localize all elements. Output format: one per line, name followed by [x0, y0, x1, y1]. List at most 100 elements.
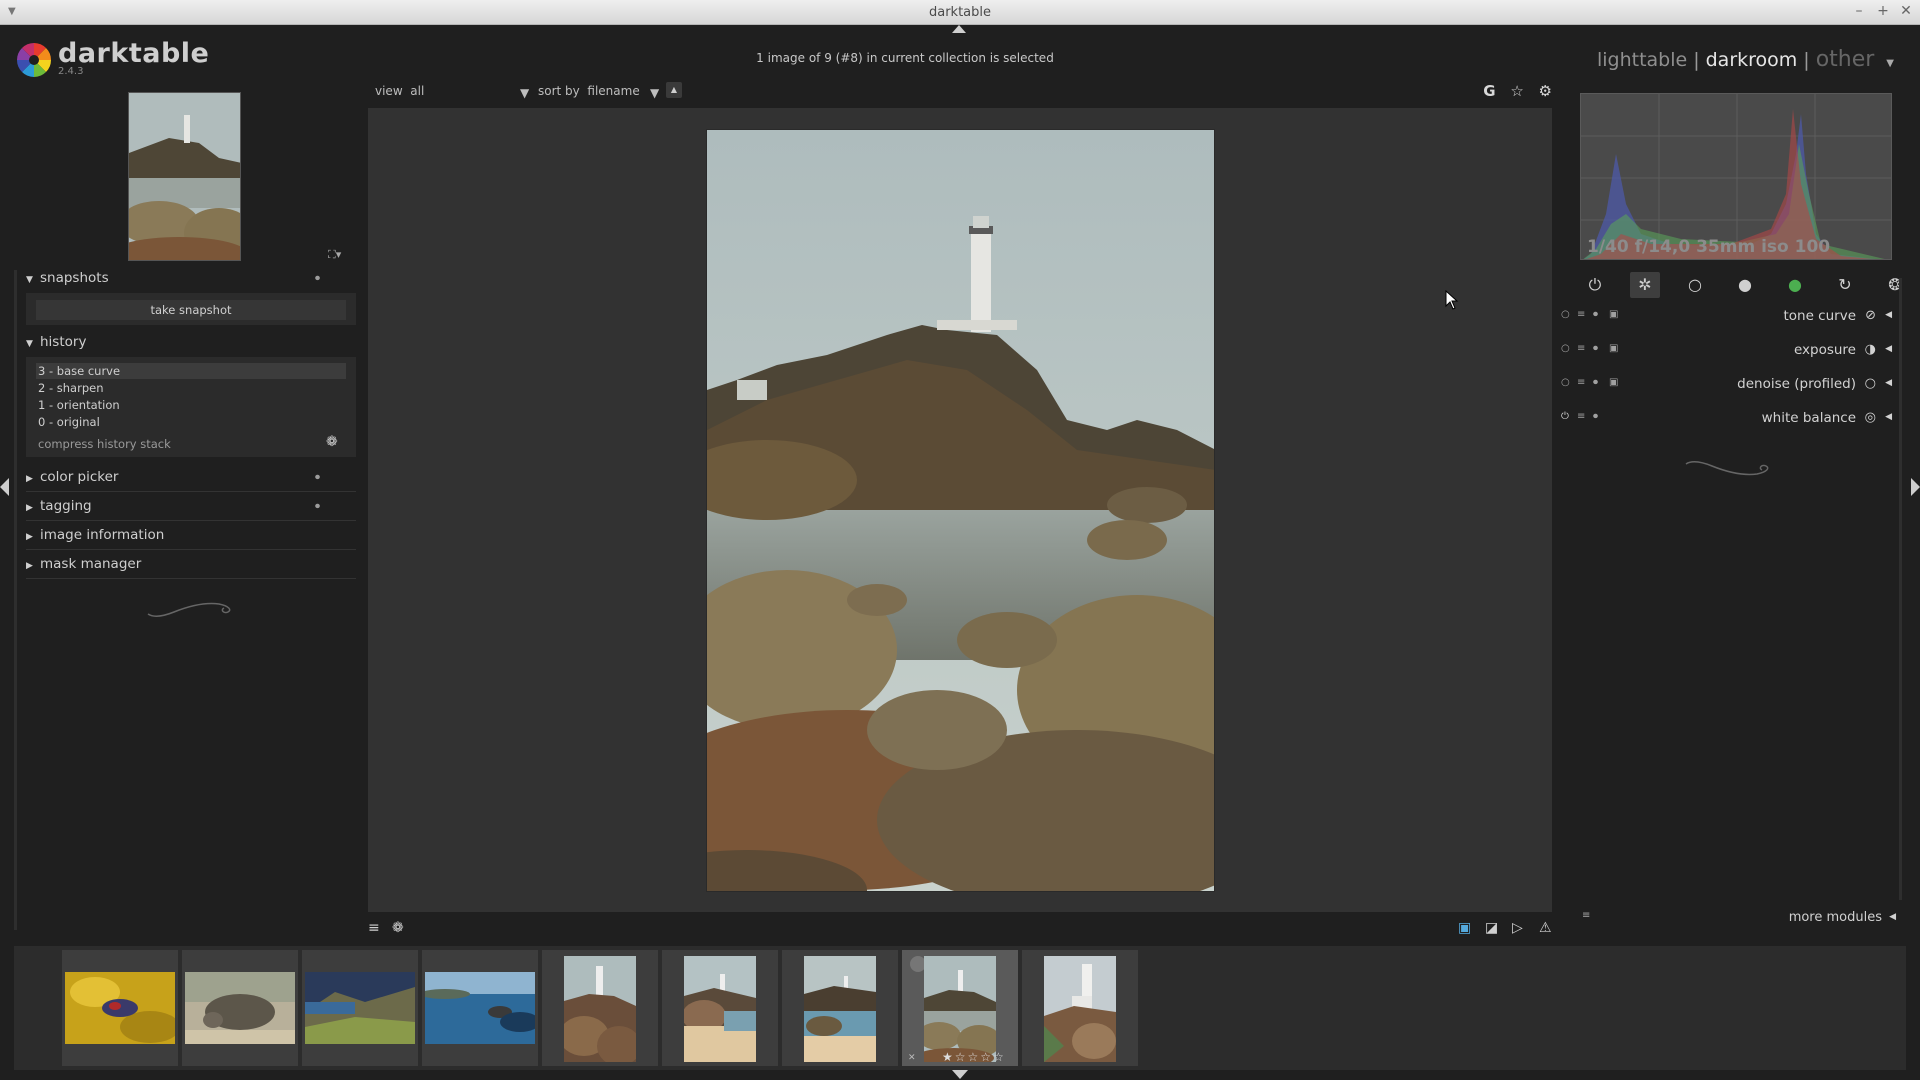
- module-white-balance[interactable]: ⏻ ≡ ⏺ white balance ◎ ◀: [1558, 408, 1898, 430]
- expand-chevron-icon[interactable]: ◀: [1885, 378, 1892, 388]
- sort-dropdown[interactable]: sort by filename: [538, 84, 640, 98]
- collection-status: 1 image of 9 (#8) in current collection …: [756, 51, 1054, 65]
- view-lighttable[interactable]: lighttable: [1597, 49, 1687, 71]
- mask-manager-header[interactable]: ▶ mask manager: [26, 556, 356, 578]
- histogram[interactable]: 1/40 f/14,0 35mm iso 100: [1580, 93, 1892, 260]
- more-modules-row[interactable]: ≡ more modules ◀: [1560, 908, 1900, 928]
- view-darkroom[interactable]: darkroom: [1706, 49, 1798, 71]
- overlay-star-icon[interactable]: ☆: [1510, 82, 1523, 100]
- reset-icon[interactable]: ⏺: [315, 501, 320, 512]
- thumbnail-image: [804, 956, 876, 1062]
- sort-order-button[interactable]: ▲: [666, 82, 682, 98]
- color-picker-header[interactable]: ▶ color picker ⏺: [26, 469, 356, 491]
- left-panel-collapse-icon[interactable]: [0, 478, 9, 496]
- grouping-button[interactable]: G: [1483, 82, 1495, 100]
- quick-access-menu-icon[interactable]: ≡: [368, 920, 380, 936]
- top-panel-collapse-icon[interactable]: [952, 25, 966, 33]
- create-style-icon[interactable]: ❁: [326, 434, 338, 450]
- filmstrip-thumbnail[interactable]: [182, 950, 298, 1066]
- left-panel-scrollbar[interactable]: [14, 270, 17, 930]
- multi-instance-icon[interactable]: ≡: [1577, 411, 1585, 422]
- correct-icon[interactable]: ↻: [1830, 272, 1860, 298]
- filmstrip-thumbnail[interactable]: [422, 950, 538, 1066]
- presets-icon[interactable]: ▣: [1609, 309, 1618, 320]
- power-icon[interactable]: ⏻: [1580, 272, 1610, 298]
- presets-icon[interactable]: ▣: [1609, 377, 1618, 388]
- favorites-star-icon[interactable]: ✲: [1630, 272, 1660, 298]
- minimize-icon[interactable]: –: [1850, 3, 1868, 19]
- image-information-header[interactable]: ▶ image information: [26, 527, 356, 549]
- softproof-icon[interactable]: ▷: [1512, 920, 1523, 936]
- navigation-zoom-menu-icon[interactable]: ⛶▾: [328, 248, 341, 262]
- top-toolbar: view all ▼ sort by filename ▼ ▲ G ☆ ⚙: [368, 82, 1552, 102]
- module-off-icon[interactable]: ○: [1561, 377, 1570, 388]
- view-filter-chevron-icon[interactable]: ▼: [520, 86, 529, 100]
- filmstrip-thumbnail[interactable]: [62, 950, 178, 1066]
- right-panel-collapse-icon[interactable]: [1911, 478, 1920, 496]
- module-off-icon[interactable]: ○: [1561, 343, 1570, 354]
- styles-icon[interactable]: ❁: [392, 920, 404, 936]
- reset-icon[interactable]: ⏺: [315, 472, 320, 483]
- effect-icon[interactable]: ❂: [1880, 272, 1910, 298]
- multi-instance-icon[interactable]: ≡: [1577, 343, 1585, 354]
- multi-instance-icon[interactable]: ≡: [1577, 309, 1585, 320]
- view-other[interactable]: other: [1816, 47, 1875, 72]
- snapshots-header[interactable]: ▼ snapshots ⏺: [26, 270, 356, 292]
- module-exposure[interactable]: ○ ≡ ⏺ ▣ exposure ◑ ◀: [1558, 340, 1898, 362]
- tagging-header[interactable]: ▶ tagging ⏺: [26, 498, 356, 520]
- multi-instance-icon[interactable]: ≡: [1577, 377, 1585, 388]
- module-off-icon[interactable]: ○: [1561, 309, 1570, 320]
- expand-chevron-icon[interactable]: ◀: [1885, 344, 1892, 354]
- reset-icon[interactable]: ⏺: [1593, 377, 1598, 388]
- reject-x-icon[interactable]: ✕: [908, 1053, 916, 1063]
- basic-circle-icon[interactable]: ○: [1680, 272, 1710, 298]
- reset-icon[interactable]: ⏺: [315, 273, 320, 284]
- history-item[interactable]: 0 - original: [36, 414, 346, 430]
- white-balance-icon: ◎: [1864, 410, 1876, 425]
- filmstrip-thumbnail[interactable]: [782, 950, 898, 1066]
- reset-icon[interactable]: ⏺: [1593, 343, 1598, 354]
- history-header[interactable]: ▼ history: [26, 334, 356, 356]
- reset-icon[interactable]: ⏺: [1593, 411, 1598, 422]
- history-item[interactable]: 3 - base curve: [36, 363, 346, 379]
- tagging-title: tagging: [40, 498, 92, 514]
- filmstrip-thumbnail[interactable]: [1022, 950, 1138, 1066]
- expand-chevron-icon[interactable]: ◀: [1889, 912, 1896, 922]
- main-image[interactable]: [706, 129, 1215, 892]
- filmstrip-thumbnail[interactable]: [302, 950, 418, 1066]
- module-list-icon[interactable]: ≡: [1582, 910, 1590, 921]
- module-on-icon[interactable]: ⏻: [1561, 411, 1569, 422]
- maximize-icon[interactable]: +: [1874, 3, 1892, 19]
- filmstrip-thumbnail[interactable]: [662, 950, 778, 1066]
- expand-chevron-icon[interactable]: ◀: [1885, 310, 1892, 320]
- overexposed-icon[interactable]: ◪: [1485, 920, 1498, 936]
- star-rating[interactable]: ★☆☆☆☆: [942, 1050, 1006, 1064]
- right-panel-scrollbar[interactable]: [1899, 278, 1902, 900]
- preferences-gear-icon[interactable]: ⚙: [1539, 82, 1552, 100]
- navigation-thumbnail[interactable]: [128, 92, 241, 261]
- color-circle-icon[interactable]: ●: [1780, 272, 1810, 298]
- view-filter-dropdown[interactable]: view all: [375, 84, 424, 98]
- filmstrip-thumbnail-selected[interactable]: ✕ ★☆☆☆☆: [902, 950, 1018, 1066]
- module-tone-curve[interactable]: ○ ≡ ⏺ ▣ tone curve ⊘ ◀: [1558, 306, 1898, 328]
- take-snapshot-button[interactable]: take snapshot: [36, 300, 346, 320]
- color-assessment-icon[interactable]: ▣: [1458, 920, 1471, 936]
- compress-history-button[interactable]: compress history stack: [38, 437, 171, 451]
- history-item[interactable]: 1 - orientation: [36, 397, 346, 413]
- reset-icon[interactable]: ⏺: [1593, 309, 1598, 320]
- bottom-panel-collapse-icon[interactable]: [952, 1070, 968, 1079]
- sort-value: filename: [587, 84, 640, 98]
- expand-chevron-icon[interactable]: ◀: [1885, 412, 1892, 422]
- module-denoise-profiled[interactable]: ○ ≡ ⏺ ▣ denoise (profiled) ○ ◀: [1558, 374, 1898, 396]
- presets-icon[interactable]: ▣: [1609, 343, 1618, 354]
- module-name: denoise (profiled): [1737, 376, 1856, 392]
- history-item[interactable]: 2 - sharpen: [36, 380, 346, 396]
- collapsed-triangle-icon: ▶: [26, 532, 33, 542]
- close-icon[interactable]: ✕: [1897, 3, 1915, 19]
- tone-circle-icon[interactable]: ●: [1730, 272, 1760, 298]
- view-menu-chevron-icon[interactable]: ▼: [1886, 58, 1894, 69]
- gamut-check-icon[interactable]: ⚠: [1539, 920, 1552, 936]
- filmstrip-thumbnail[interactable]: [542, 950, 658, 1066]
- sort-chevron-icon[interactable]: ▼: [650, 86, 659, 100]
- history-title: history: [40, 334, 87, 350]
